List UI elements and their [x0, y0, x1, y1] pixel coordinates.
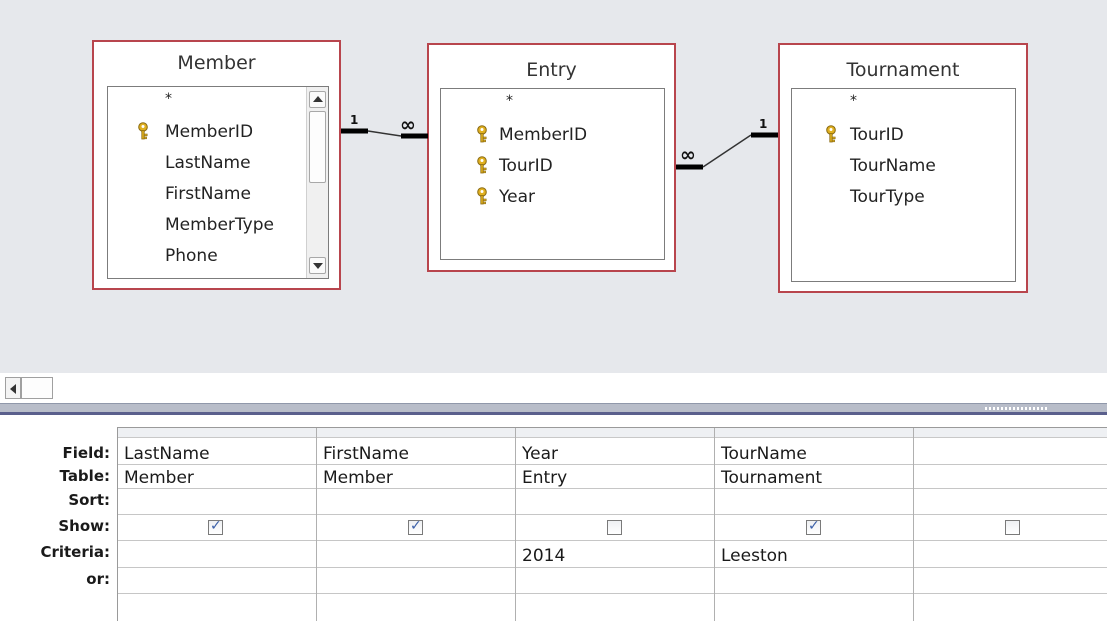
join-line-tournament-entry[interactable]: ∞ 1 — [676, 117, 778, 170]
row-label-sort: Sort: — [68, 491, 110, 509]
show-checkbox[interactable]: ✓ — [806, 518, 821, 535]
grid-cell-field[interactable]: TourName — [721, 444, 807, 464]
column-selector[interactable] — [715, 428, 913, 438]
field-list-item-tourname[interactable]: TourName — [850, 156, 936, 176]
scrollbar-thumb[interactable] — [309, 111, 326, 183]
grid-cell-field[interactable]: FirstName — [323, 444, 409, 464]
scrollbar-thumb[interactable] — [21, 377, 53, 399]
field-list-item-firstname[interactable]: FirstName — [165, 184, 251, 204]
column-selector[interactable] — [516, 428, 714, 438]
field-list-item-all[interactable]: * — [506, 93, 513, 109]
column-selector[interactable] — [914, 428, 1107, 438]
column-divider — [515, 428, 516, 621]
key-icon — [477, 156, 487, 174]
column-selector[interactable] — [317, 428, 515, 438]
row-divider — [118, 593, 1107, 594]
table-tournament-field-list[interactable]: * TourID TourName TourType — [791, 88, 1016, 282]
row-divider — [118, 567, 1107, 568]
row-label-show: Show: — [58, 517, 110, 535]
grid-cells[interactable]: LastName Member ✓ FirstName Member ✓ Yea… — [117, 427, 1107, 621]
field-list-item-all[interactable]: * — [165, 91, 172, 107]
column-divider — [714, 428, 715, 621]
show-checkbox[interactable] — [607, 520, 622, 535]
grid-cell-field[interactable]: Year — [522, 444, 558, 464]
scroll-left-arrow-icon[interactable] — [5, 377, 21, 399]
row-divider — [118, 464, 1107, 465]
table-entry-field-list[interactable]: * MemberID TourID Year — [440, 88, 665, 260]
relationship-one-label: 1 — [350, 113, 358, 127]
table-entry-title: Entry — [526, 59, 577, 81]
checkmark-icon: ✓ — [808, 518, 820, 534]
column-divider — [316, 428, 317, 621]
row-label-field: Field: — [62, 444, 110, 462]
scroll-up-arrow-icon[interactable] — [309, 91, 326, 108]
checkmark-icon: ✓ — [210, 518, 222, 534]
field-list-item-memberid[interactable]: MemberID — [499, 125, 587, 145]
show-checkbox[interactable]: ✓ — [208, 518, 223, 535]
key-icon — [138, 122, 148, 140]
horizontal-scrollbar[interactable] — [0, 373, 1107, 403]
field-list-item-all[interactable]: * — [850, 93, 857, 109]
grid-cell-table[interactable]: Tournament — [721, 468, 822, 488]
field-list-item-tourtype[interactable]: TourType — [850, 187, 925, 207]
field-list-item-memberid[interactable]: MemberID — [165, 122, 253, 142]
row-label-or: or: — [86, 570, 110, 588]
vertical-scrollbar[interactable] — [306, 87, 328, 278]
grid-cell-table[interactable]: Member — [323, 468, 393, 488]
grid-cell-field[interactable]: LastName — [124, 444, 210, 464]
relationship-many-label: ∞ — [680, 144, 696, 166]
relationship-many-label: ∞ — [400, 114, 416, 136]
table-member[interactable]: Member * MemberID LastName FirstName Mem… — [92, 40, 341, 290]
grid-cell-criteria[interactable]: 2014 — [522, 546, 565, 566]
field-list-item-membertype[interactable]: MemberType — [165, 215, 274, 235]
table-entry[interactable]: Entry * MemberID TourID Year — [427, 43, 676, 272]
table-tournament-title: Tournament — [846, 59, 960, 81]
grid-cell-table[interactable]: Member — [124, 468, 194, 488]
row-label-table: Table: — [59, 467, 110, 485]
show-checkbox[interactable]: ✓ — [408, 518, 423, 535]
row-divider — [118, 488, 1107, 489]
relationship-one-label: 1 — [759, 117, 767, 131]
field-list-item-tourid[interactable]: TourID — [499, 156, 553, 176]
row-divider — [118, 514, 1107, 515]
grid-cell-table[interactable]: Entry — [522, 468, 567, 488]
key-icon — [477, 187, 487, 205]
join-line-member-entry[interactable]: 1 ∞ — [341, 113, 428, 139]
row-label-criteria: Criteria: — [40, 543, 110, 561]
column-selector[interactable] — [118, 428, 316, 438]
scroll-down-arrow-icon[interactable] — [309, 257, 326, 274]
show-checkbox[interactable] — [1005, 520, 1020, 535]
field-list-item-tourid[interactable]: TourID — [850, 125, 904, 145]
field-list-item-phone[interactable]: Phone — [165, 246, 218, 266]
splitter-grip-icon[interactable] — [985, 407, 1047, 410]
field-list-item-lastname[interactable]: LastName — [165, 153, 251, 173]
table-member-title: Member — [177, 52, 256, 74]
row-divider — [118, 540, 1107, 541]
grid-cell-criteria[interactable]: Leeston — [721, 546, 788, 566]
checkmark-icon: ✓ — [410, 518, 422, 534]
query-design-grid[interactable]: Field: Table: Sort: Show: Criteria: or: … — [0, 415, 1107, 621]
table-design-area[interactable]: Member * MemberID LastName FirstName Mem… — [0, 0, 1107, 373]
key-icon — [477, 125, 487, 143]
column-divider — [913, 428, 914, 621]
table-member-field-list[interactable]: * MemberID LastName FirstName MemberType… — [107, 86, 329, 279]
key-icon — [826, 125, 836, 143]
table-tournament[interactable]: Tournament * TourID TourName TourType — [778, 43, 1028, 293]
pane-splitter[interactable] — [0, 403, 1107, 415]
field-list-item-year[interactable]: Year — [499, 187, 535, 207]
